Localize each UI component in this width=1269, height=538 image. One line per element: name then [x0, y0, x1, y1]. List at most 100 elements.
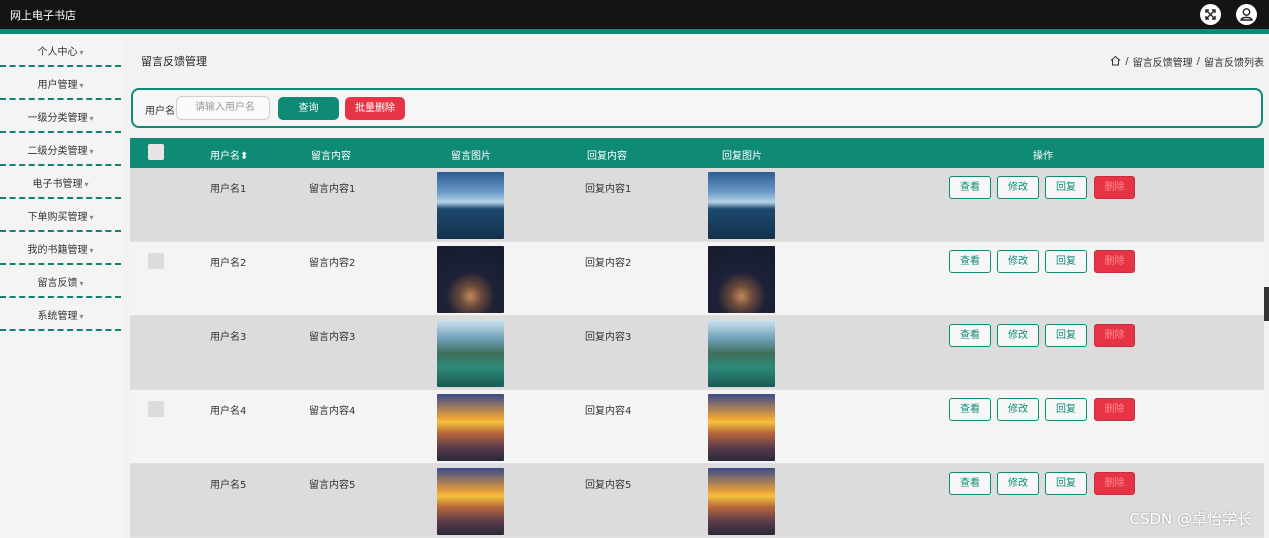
query-button[interactable]: 查询: [278, 97, 339, 120]
header-message: 留言内容: [311, 151, 351, 162]
sidebar-item-label: 留言反馈: [37, 278, 78, 289]
scrollbar-thumb[interactable]: [1264, 287, 1269, 321]
message-image[interactable]: [437, 468, 504, 535]
sidebar-item-orders[interactable]: 下单购买管理 ▾: [0, 199, 121, 232]
row-checkbox[interactable]: [148, 253, 164, 269]
sidebar: 个人中心 ▾ 用户管理 ▾ 一级分类管理 ▾ 二级分类管理 ▾ 电子书管理 ▾ 下单购买管…: [0, 34, 124, 538]
reply-button[interactable]: 回复: [1045, 398, 1087, 421]
reply-cell: 回复内容1: [585, 184, 632, 195]
table-row: 用户名2 留言内容2 回复内容2 查看 修改 回复 删除: [130, 242, 1264, 316]
username-search-input[interactable]: 请输入用户名: [176, 96, 270, 120]
reply-image[interactable]: [708, 468, 775, 535]
message-image[interactable]: [437, 246, 504, 313]
message-image[interactable]: [437, 172, 504, 239]
sidebar-item-label: 个人中心: [37, 47, 78, 58]
chevron-down-icon: ▾: [79, 48, 84, 57]
reply-button[interactable]: 回复: [1045, 324, 1087, 347]
edit-button[interactable]: 修改: [997, 324, 1039, 347]
reply-button[interactable]: 回复: [1045, 176, 1087, 199]
chevron-down-icon: ▾: [89, 246, 94, 255]
row-checkbox[interactable]: [148, 327, 164, 343]
reply-button[interactable]: 回复: [1045, 250, 1087, 273]
reply-cell: 回复内容2: [585, 258, 632, 269]
reply-cell: 回复内容5: [585, 480, 632, 491]
watermark: CSDN @卓怡学长: [1129, 510, 1252, 528]
reply-button[interactable]: 回复: [1045, 472, 1087, 495]
breadcrumb-item: 留言反馈列表: [1204, 58, 1264, 69]
reply-cell: 回复内容4: [585, 406, 632, 417]
view-button[interactable]: 查看: [949, 398, 991, 421]
chevron-down-icon: ▾: [89, 213, 94, 222]
message-cell: 留言内容2: [309, 258, 356, 269]
sidebar-item-feedback[interactable]: 留言反馈 ▾: [0, 265, 121, 298]
sidebar-item-label: 二级分类管理: [27, 146, 88, 157]
message-image[interactable]: [437, 394, 504, 461]
username-cell: 用户名5: [210, 480, 247, 491]
reply-image[interactable]: [708, 172, 775, 239]
username-cell: 用户名3: [210, 332, 247, 343]
user-icon[interactable]: [1236, 4, 1257, 25]
fullscreen-icon[interactable]: [1200, 4, 1221, 25]
search-panel: 用户名 请输入用户名 查询 批量删除: [131, 88, 1263, 128]
row-checkbox[interactable]: [148, 179, 164, 195]
delete-button[interactable]: 删除: [1094, 324, 1135, 347]
sidebar-item-profile[interactable]: 个人中心 ▾: [0, 34, 121, 67]
sidebar-item-label: 用户管理: [37, 80, 78, 91]
message-cell: 留言内容4: [309, 406, 356, 417]
feedback-table: 用户名⬍ 留言内容 留言图片 回复内容 回复图片 操作 用户名1 留言内容1 回…: [130, 138, 1264, 538]
table-row: 用户名1 留言内容1 回复内容1 查看 修改 回复 删除: [130, 168, 1264, 242]
delete-button[interactable]: 删除: [1094, 176, 1135, 199]
sidebar-item-ebooks[interactable]: 电子书管理 ▾: [0, 166, 121, 199]
reply-image[interactable]: [708, 394, 775, 461]
view-button[interactable]: 查看: [949, 472, 991, 495]
chevron-down-icon: ▾: [79, 312, 84, 321]
chevron-down-icon: ▾: [89, 114, 94, 123]
header-reply-image: 回复图片: [722, 151, 762, 162]
edit-button[interactable]: 修改: [997, 398, 1039, 421]
view-button[interactable]: 查看: [949, 250, 991, 273]
breadcrumb-item[interactable]: 留言反馈管理: [1133, 54, 1193, 69]
header-reply: 回复内容: [587, 151, 627, 162]
table-header: 用户名⬍ 留言内容 留言图片 回复内容 回复图片 操作: [130, 138, 1264, 168]
header-actions: 操作: [1033, 151, 1053, 162]
select-all-checkbox[interactable]: [148, 144, 164, 160]
edit-button[interactable]: 修改: [997, 250, 1039, 273]
edit-button[interactable]: 修改: [997, 176, 1039, 199]
sidebar-item-label: 电子书管理: [32, 179, 83, 190]
reply-image[interactable]: [708, 320, 775, 387]
page-title: 留言反馈管理: [141, 55, 207, 68]
reply-image[interactable]: [708, 246, 775, 313]
view-button[interactable]: 查看: [949, 176, 991, 199]
username-cell: 用户名4: [210, 406, 247, 417]
view-button[interactable]: 查看: [949, 324, 991, 347]
message-cell: 留言内容1: [309, 184, 356, 195]
sidebar-item-category2[interactable]: 二级分类管理 ▾: [0, 133, 121, 166]
chevron-down-icon: ▾: [79, 81, 84, 90]
table-row: 用户名5 留言内容5 回复内容5 查看 修改 回复 删除: [130, 464, 1264, 538]
delete-button[interactable]: 删除: [1094, 398, 1135, 421]
header-username[interactable]: 用户名⬍: [210, 147, 248, 162]
sidebar-item-label: 下单购买管理: [27, 212, 88, 223]
edit-button[interactable]: 修改: [997, 472, 1039, 495]
message-cell: 留言内容3: [309, 332, 356, 343]
header-message-image: 留言图片: [451, 151, 491, 162]
batch-delete-button[interactable]: 批量删除: [345, 97, 405, 120]
sort-icon[interactable]: ⬍: [240, 151, 248, 162]
row-checkbox[interactable]: [148, 475, 164, 491]
sidebar-item-category1[interactable]: 一级分类管理 ▾: [0, 100, 121, 133]
delete-button[interactable]: 删除: [1094, 250, 1135, 273]
sidebar-item-label: 一级分类管理: [27, 113, 88, 124]
row-checkbox[interactable]: [148, 401, 164, 417]
sidebar-item-users[interactable]: 用户管理 ▾: [0, 67, 121, 100]
username-cell: 用户名1: [210, 184, 247, 195]
message-image[interactable]: [437, 320, 504, 387]
home-icon[interactable]: [1110, 55, 1121, 69]
sidebar-item-system[interactable]: 系统管理 ▾: [0, 298, 121, 331]
breadcrumb: / 留言反馈管理 / 留言反馈列表: [1110, 54, 1264, 69]
chevron-down-icon: ▾: [84, 180, 89, 189]
chevron-down-icon: ▾: [79, 279, 84, 288]
delete-button[interactable]: 删除: [1094, 472, 1135, 495]
top-navbar: 网上电子书店: [0, 0, 1269, 29]
chevron-down-icon: ▾: [89, 147, 94, 156]
sidebar-item-my-books[interactable]: 我的书籍管理 ▾: [0, 232, 121, 265]
